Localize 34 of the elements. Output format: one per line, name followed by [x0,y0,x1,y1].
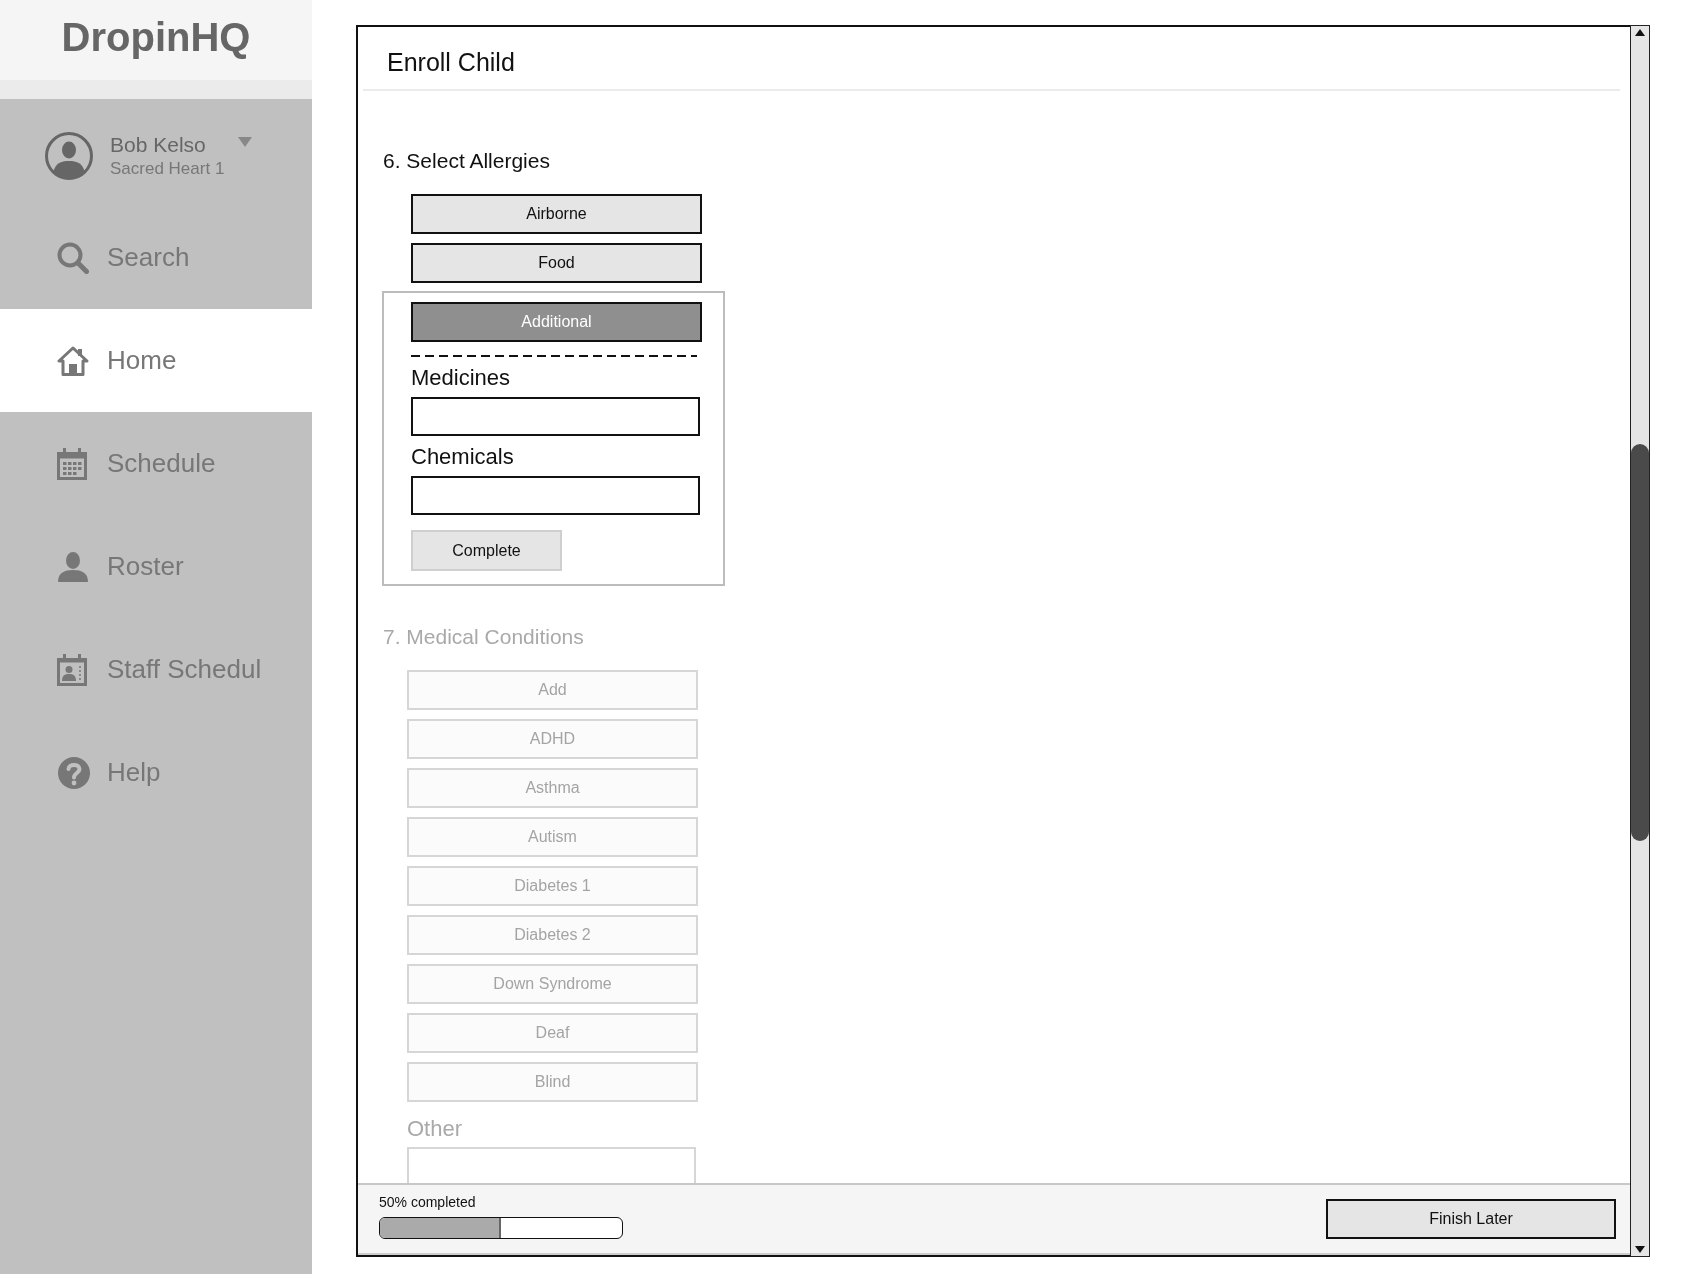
app-logo: DropinHQ [61,14,251,60]
help-icon [57,755,91,790]
user-subtitle: Sacred Heart 1 [110,159,226,179]
person-icon [57,551,89,582]
progress-label: 50% completed [379,1193,476,1211]
section-heading: 6. Select Allergies [383,148,550,174]
nav-item[interactable]: Staff Schedul [0,618,312,721]
scrollbar-thumb[interactable] [1631,444,1649,841]
nav-item[interactable]: Home [0,309,312,412]
text-input-field[interactable] [411,476,700,515]
option-button[interactable]: Airborne [411,194,702,234]
home-icon [57,345,89,376]
scrollbar[interactable] [1630,25,1650,1257]
option-button[interactable]: Food [411,243,702,283]
nav-item[interactable]: Search [0,206,312,309]
field-label: Chemicals [411,444,514,470]
avatar-icon [45,132,93,180]
option-button[interactable]: Additional [411,302,702,342]
complete-button[interactable]: Complete [411,530,562,571]
scroll-down-icon[interactable] [1635,1246,1645,1253]
calendar-person-icon [57,653,87,686]
field-label: Other [407,1116,463,1142]
nav-item[interactable]: Help [0,721,312,824]
finish-later-button[interactable]: Finish Later [1326,1199,1616,1239]
section-heading: 7. Medical Conditions [383,624,584,650]
search-icon [57,241,89,274]
nav-item[interactable]: Roster [0,515,312,618]
calendar-icon [57,447,87,480]
dialog-title: Enroll Child [387,47,515,77]
user-name: Bob Kelso [110,133,206,157]
scroll-up-icon[interactable] [1635,29,1645,36]
field-label: Medicines [411,365,511,391]
nav-item[interactable]: Schedule [0,412,312,515]
text-input-field[interactable] [411,397,700,436]
